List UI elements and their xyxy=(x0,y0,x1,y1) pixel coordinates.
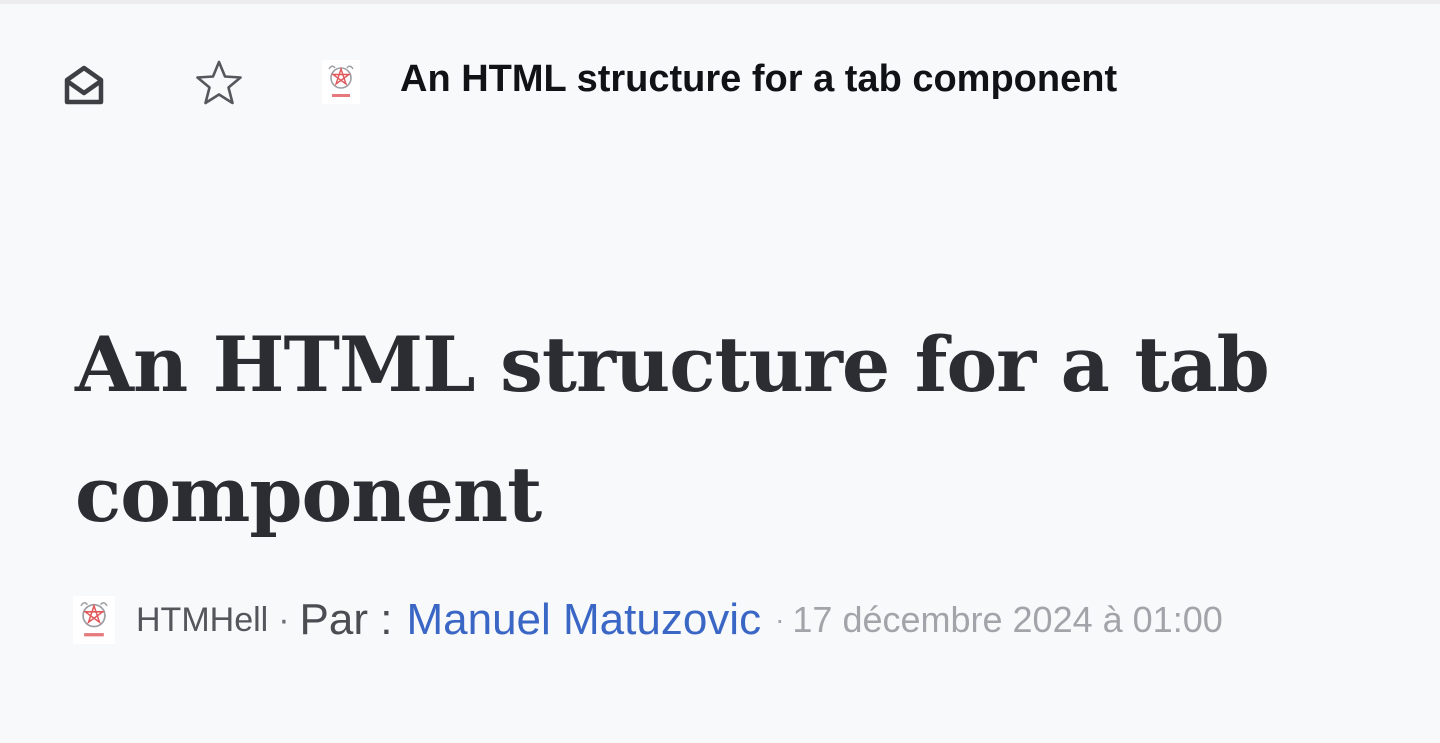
envelope-open-icon xyxy=(64,65,104,105)
article-header-bar: An HTML structure for a tab component xyxy=(0,0,1440,162)
author-prefix: Par : xyxy=(299,595,393,644)
source-favicon-icon xyxy=(73,596,115,644)
article-title[interactable]: An HTML structure for a tab component xyxy=(75,300,1365,560)
meta-separator: · xyxy=(278,600,290,639)
htmhell-favicon-icon xyxy=(322,60,360,104)
header-title: An HTML structure for a tab component xyxy=(400,58,1118,100)
author-link[interactable]: Manuel Matuzovic xyxy=(406,595,761,645)
source-name[interactable]: HTMHell xyxy=(136,601,268,640)
star-outline-icon xyxy=(196,60,242,105)
feed-favicon xyxy=(322,60,360,104)
meta-separator-date: · xyxy=(775,604,785,635)
publish-date: 17 décembre 2024 à 01:00 xyxy=(792,599,1223,640)
favorite-button[interactable] xyxy=(192,56,246,110)
mark-read-button[interactable] xyxy=(58,58,110,110)
article-meta: HTMHell · Par : Manuel Matuzovic · 17 dé… xyxy=(72,590,1223,650)
article-heading-block: An HTML structure for a tab component xyxy=(75,300,1365,560)
